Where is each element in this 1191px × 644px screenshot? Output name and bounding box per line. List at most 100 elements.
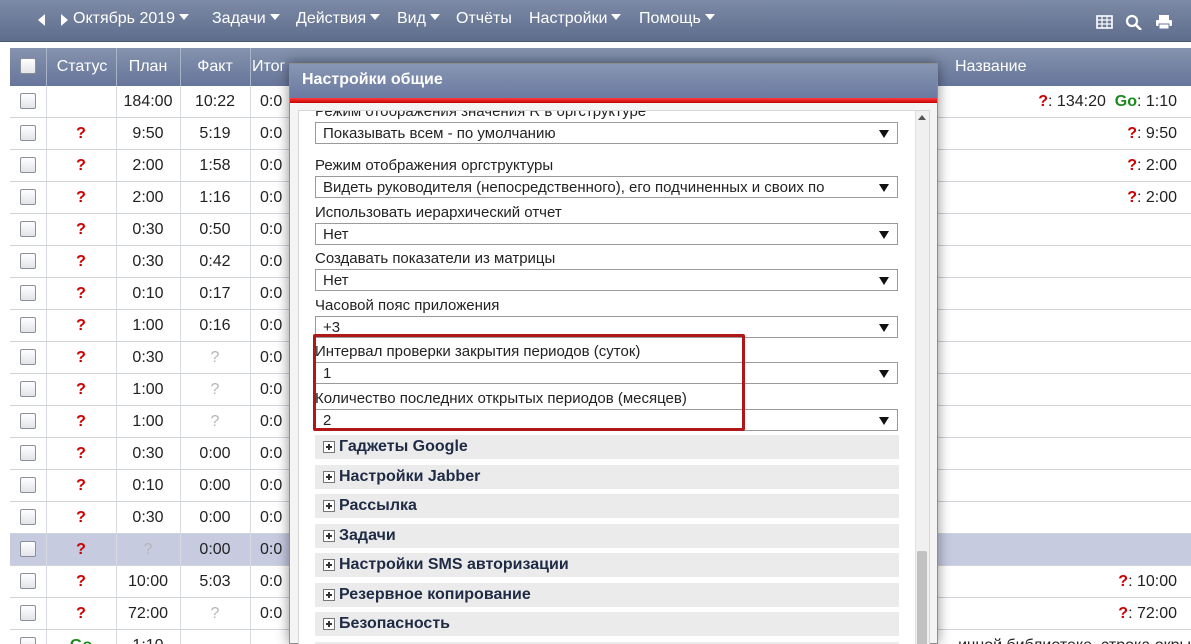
fact-cell: ? — [210, 413, 220, 430]
menu-reports-label: Отчёты — [456, 10, 512, 27]
row-summary: ?: 2:00 — [1127, 189, 1177, 207]
dropdown-arrow-icon[interactable] — [879, 277, 889, 285]
plan-cell: 184:00 — [123, 93, 173, 110]
scroll-thumb[interactable] — [917, 551, 927, 644]
settings-section[interactable]: Настройки Jabber — [315, 465, 899, 490]
row-checkbox[interactable] — [20, 285, 36, 301]
print-icon[interactable] — [1155, 14, 1173, 30]
search-icon[interactable] — [1125, 14, 1143, 30]
scrollbar[interactable] — [915, 111, 929, 644]
dropdown-arrow-icon[interactable] — [879, 324, 889, 332]
col-status[interactable]: Статус — [48, 58, 116, 76]
scroll-up-icon[interactable] — [918, 115, 926, 120]
top-toolbar: Октябрь 2019 Задачи Действия Вид Отчёты … — [0, 0, 1191, 42]
row-checkbox[interactable] — [20, 381, 36, 397]
col-name[interactable]: Название — [955, 58, 1045, 76]
col-total[interactable]: Итог — [252, 58, 292, 76]
col-fact[interactable]: Факт — [180, 58, 250, 76]
total-cell: 0:0 — [260, 221, 283, 238]
row-checkbox[interactable] — [20, 221, 36, 237]
settings-section[interactable]: Рассылка — [315, 494, 899, 519]
section-title[interactable]: Резервное копирование — [339, 586, 531, 604]
section-title[interactable]: Настройки Jabber — [339, 468, 480, 486]
section-title[interactable]: Задачи — [339, 527, 396, 545]
expand-plus-icon[interactable] — [323, 530, 335, 542]
chevron-down-icon — [704, 14, 715, 20]
row-checkbox[interactable] — [20, 253, 36, 269]
row-checkbox[interactable] — [20, 445, 36, 461]
row-checkbox[interactable] — [20, 413, 36, 429]
section-title[interactable]: Безопасность — [339, 615, 450, 633]
plan-cell: 0:30 — [132, 349, 164, 366]
status-cell: ? — [76, 541, 86, 558]
menu-tasks[interactable]: Задачи — [212, 10, 280, 28]
plan-cell: 0:30 — [132, 253, 164, 270]
setting-select[interactable]: Видеть руководителя (непосредственного),… — [315, 176, 898, 198]
expand-plus-icon[interactable] — [323, 500, 335, 512]
summary-question-mark: ? — [1127, 189, 1137, 206]
table-icon[interactable] — [1096, 14, 1114, 30]
next-period-icon[interactable] — [61, 14, 68, 26]
row-checkbox[interactable] — [20, 157, 36, 173]
menu-actions[interactable]: Действия — [296, 10, 381, 28]
section-title[interactable]: Гаджеты Google — [339, 438, 468, 456]
select-all-checkbox[interactable] — [20, 58, 36, 74]
menu-settings[interactable]: Настройки — [529, 10, 622, 28]
row-checkbox[interactable] — [20, 349, 36, 365]
section-title[interactable]: Настройки SMS авторизации — [339, 556, 569, 574]
menu-help-label: Помощь — [639, 10, 701, 27]
status-cell: ? — [76, 413, 86, 430]
fact-cell: 0:50 — [199, 221, 231, 238]
row-checkbox[interactable] — [20, 605, 36, 621]
row-checkbox[interactable] — [20, 477, 36, 493]
status-cell: ? — [76, 445, 86, 462]
dropdown-arrow-icon[interactable] — [879, 130, 889, 138]
setting-select[interactable]: Показывать всем - по умолчанию — [315, 122, 898, 144]
plan-cell: 72:00 — [127, 605, 169, 622]
setting-select[interactable]: Нет — [315, 223, 898, 245]
row-checkbox[interactable] — [20, 125, 36, 141]
fact-cell: 5:03 — [199, 573, 231, 590]
row-checkbox[interactable] — [20, 189, 36, 205]
row-summary: ?: 9:50 — [1127, 125, 1177, 143]
dropdown-arrow-icon[interactable] — [879, 370, 889, 378]
expand-plus-icon[interactable] — [323, 589, 335, 601]
settings-section[interactable]: Задачи — [315, 524, 899, 549]
row-checkbox[interactable] — [20, 573, 36, 589]
section-title[interactable]: Рассылка — [339, 497, 417, 515]
menu-view[interactable]: Вид — [397, 10, 440, 28]
total-cell: 0:0 — [260, 477, 283, 494]
expand-plus-icon[interactable] — [323, 618, 335, 630]
col-plan[interactable]: План — [116, 58, 180, 76]
setting-label: Режим отображения значения R в оргструкт… — [315, 110, 647, 120]
expand-plus-icon[interactable] — [323, 441, 335, 453]
row-checkbox[interactable] — [20, 637, 36, 644]
row-checkbox[interactable] — [20, 541, 36, 557]
plan-cell: 10:00 — [127, 573, 169, 590]
summary-value: : 2:00 — [1136, 189, 1177, 206]
period-selector[interactable]: Октябрь 2019 — [73, 10, 190, 28]
menu-reports[interactable]: Отчёты — [456, 10, 512, 28]
row-checkbox[interactable] — [20, 509, 36, 525]
fact-cell: 0:00 — [199, 477, 231, 494]
status-cell: ? — [76, 317, 86, 334]
expand-plus-icon[interactable] — [323, 559, 335, 571]
status-cell: ? — [76, 573, 86, 590]
menu-help[interactable]: Помощь — [639, 10, 715, 28]
dropdown-arrow-icon[interactable] — [879, 184, 889, 192]
status-cell: ? — [76, 189, 86, 206]
expand-plus-icon[interactable] — [323, 471, 335, 483]
settings-section[interactable]: Гаджеты Google — [315, 435, 899, 460]
dropdown-arrow-icon[interactable] — [879, 417, 889, 425]
settings-section[interactable]: Резервное копирование — [315, 583, 899, 608]
row-checkbox[interactable] — [20, 317, 36, 333]
setting-select[interactable]: Нет — [315, 269, 898, 291]
settings-section[interactable]: Безопасность — [315, 612, 899, 637]
dropdown-arrow-icon[interactable] — [879, 231, 889, 239]
row-checkbox[interactable] — [20, 93, 36, 109]
prev-period-icon[interactable] — [38, 14, 45, 26]
dialog-title[interactable]: Настройки общие — [290, 64, 937, 98]
fact-cell: 10:22 — [194, 93, 236, 110]
settings-section[interactable]: Настройки SMS авторизации — [315, 553, 899, 578]
fact-cell: 5:19 — [199, 125, 231, 142]
